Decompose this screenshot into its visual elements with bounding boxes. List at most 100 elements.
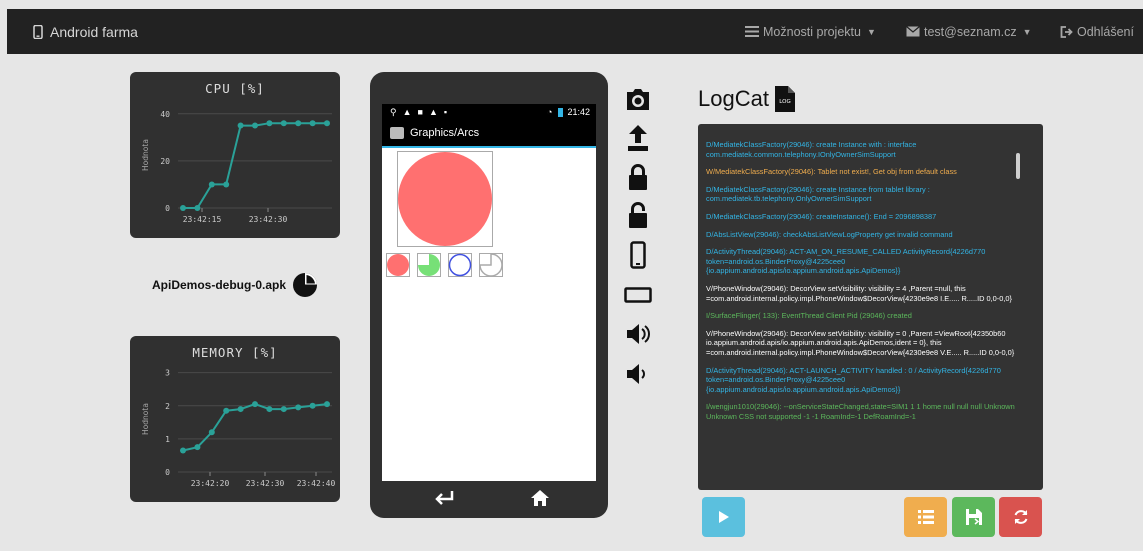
logcat-lines: D/MediatekClassFactory(29046): create In… [706, 140, 1018, 429]
data-point [295, 120, 302, 127]
app-title: Graphics/Arcs [410, 127, 480, 139]
screenshot-button[interactable] [622, 86, 654, 114]
data-point [180, 205, 186, 211]
phone-frame: ⚲ ▲ ■ ▲ ▪ ◔ 21:42 Graphics/Arcs [370, 72, 608, 518]
y-tick-label: 3 [165, 369, 170, 378]
memory-chart: 0 1 2 3 Hodnota 23:42:20 23:42:30 23:42:40 [141, 369, 335, 488]
series-line [183, 122, 327, 209]
volume-up-button[interactable] [622, 320, 654, 348]
x-tick-label: 23:42:15 [183, 215, 222, 224]
data-point [295, 404, 302, 411]
upload-button[interactable] [622, 124, 654, 152]
user-menu[interactable]: test@seznam.cz ▼ [906, 9, 1032, 54]
lock-icon [629, 164, 647, 190]
volume-up-icon [627, 324, 650, 344]
brand-text: Android farma [50, 23, 138, 40]
log-file-icon: LOG [774, 86, 795, 112]
volume-down-button[interactable] [622, 360, 654, 388]
y-tick-label: 20 [160, 157, 170, 166]
notification-icon: ▲ [402, 107, 412, 117]
data-point [280, 120, 287, 127]
navbar: Android farma Možnosti projektu ▼ test@se… [7, 9, 1143, 54]
lock-icon: ■ [417, 107, 423, 117]
project-options-label: Možnosti projektu [763, 24, 861, 39]
data-point [280, 406, 287, 413]
phone-back-button[interactable] [434, 483, 456, 513]
cpu-chart-card: CPU [%] 0 20 40 Hodnota 23:42:15 23:42:30 [130, 72, 340, 238]
refresh-icon [1014, 510, 1027, 524]
usb-icon: ⚲ [390, 106, 397, 117]
list-icon [745, 26, 759, 37]
save-log-button[interactable] [952, 497, 995, 537]
log-line: D/ActivityThread(29046): ACT-LAUNCH_ACTI… [706, 365, 1001, 394]
log-line: W/MediatekClassFactory(29046): Tablet no… [706, 167, 957, 177]
logcat-output[interactable]: D/MediatekClassFactory(29046): create In… [698, 124, 1043, 490]
apk-name: ApiDemos-debug-0.apk [152, 278, 287, 292]
app-icon[interactable] [390, 127, 404, 139]
arc-thumbnail-3 [448, 253, 472, 277]
brand-link[interactable]: Android farma [33, 9, 138, 54]
portrait-button[interactable] [622, 241, 654, 269]
caret-down-icon: ▼ [866, 26, 876, 37]
unlock-button[interactable] [622, 201, 654, 229]
back-arrow-icon [435, 491, 454, 505]
log-line: V/PhoneWindow(29046): DecorView setVisib… [706, 328, 1015, 357]
refresh-button[interactable] [999, 497, 1042, 537]
lock-button[interactable] [622, 163, 654, 191]
envelope-icon [906, 26, 920, 37]
battery-icon [558, 107, 564, 117]
portrait-icon [630, 241, 646, 269]
caret-down-icon: ▼ [1022, 26, 1032, 37]
y-tick-label: 0 [165, 468, 170, 477]
log-line: V/PhoneWindow(29046): DecorView setVisib… [706, 283, 1012, 303]
phone-icon [33, 24, 43, 39]
data-point [252, 122, 258, 129]
arc-preview [398, 152, 492, 246]
memory-chart-card: MEMORY [%] 0 1 2 3 Hodnota 23:42:20 23:42:30 23… [130, 336, 340, 502]
log-line: D/MediatekClassFactory(29046): create In… [706, 140, 917, 159]
data-point [223, 407, 230, 414]
save-icon [965, 509, 982, 525]
arc-thumbnail-4 [479, 253, 503, 277]
user-email: test@seznam.cz [924, 24, 1017, 39]
log-line: D/MediatekClassFactory(29046): createIns… [706, 211, 937, 221]
logout-link[interactable]: Odhlášení [1060, 9, 1134, 54]
y-axis-label: Hodnota [141, 139, 150, 171]
data-point [266, 120, 273, 127]
status-time: 21:42 [567, 107, 590, 117]
data-point [252, 401, 258, 408]
data-point [324, 120, 330, 127]
log-line: D/MediatekClassFactory(29046): create In… [706, 184, 930, 204]
logcat-title: LogCat [698, 86, 769, 111]
logout-icon [1060, 25, 1073, 38]
phone-home-button[interactable] [530, 483, 550, 513]
y-tick-label: 0 [165, 204, 170, 213]
list-button[interactable] [904, 497, 947, 537]
data-point [180, 447, 186, 454]
x-tick-label: 23:42:30 [246, 479, 285, 488]
landscape-button[interactable] [622, 281, 654, 309]
data-point [237, 406, 244, 413]
data-point [194, 205, 201, 211]
arcs-canvas[interactable] [382, 148, 596, 481]
log-line: D/ActivityThread(29046): ACT-AM_ON_RESUM… [706, 247, 986, 276]
warning-icon: ▲ [428, 107, 438, 117]
pie-chart-icon[interactable] [292, 272, 318, 298]
project-options-menu[interactable]: Možnosti projektu ▼ [745, 9, 876, 54]
y-tick-label: 1 [165, 435, 170, 444]
cpu-chart: 0 20 40 Hodnota 23:42:15 23:42:30 [141, 110, 332, 224]
x-tick-label: 23:42:20 [191, 479, 230, 488]
phone-screen[interactable]: ⚲ ▲ ■ ▲ ▪ ◔ 21:42 Graphics/Arcs [382, 104, 596, 481]
log-line: I/wengjun1010(29046): --onServiceStateCh… [706, 402, 1015, 421]
volume-down-icon [627, 364, 645, 384]
data-point [324, 401, 330, 408]
arc-thumbnail-2 [417, 253, 441, 277]
data-point [208, 181, 215, 188]
play-icon [718, 511, 729, 523]
logcat-scrollbar[interactable] [1016, 153, 1020, 179]
data-point [194, 444, 201, 451]
play-button[interactable] [702, 497, 745, 537]
image-icon: ▪ [443, 107, 448, 117]
data-point [223, 181, 230, 188]
data-point [309, 120, 316, 127]
